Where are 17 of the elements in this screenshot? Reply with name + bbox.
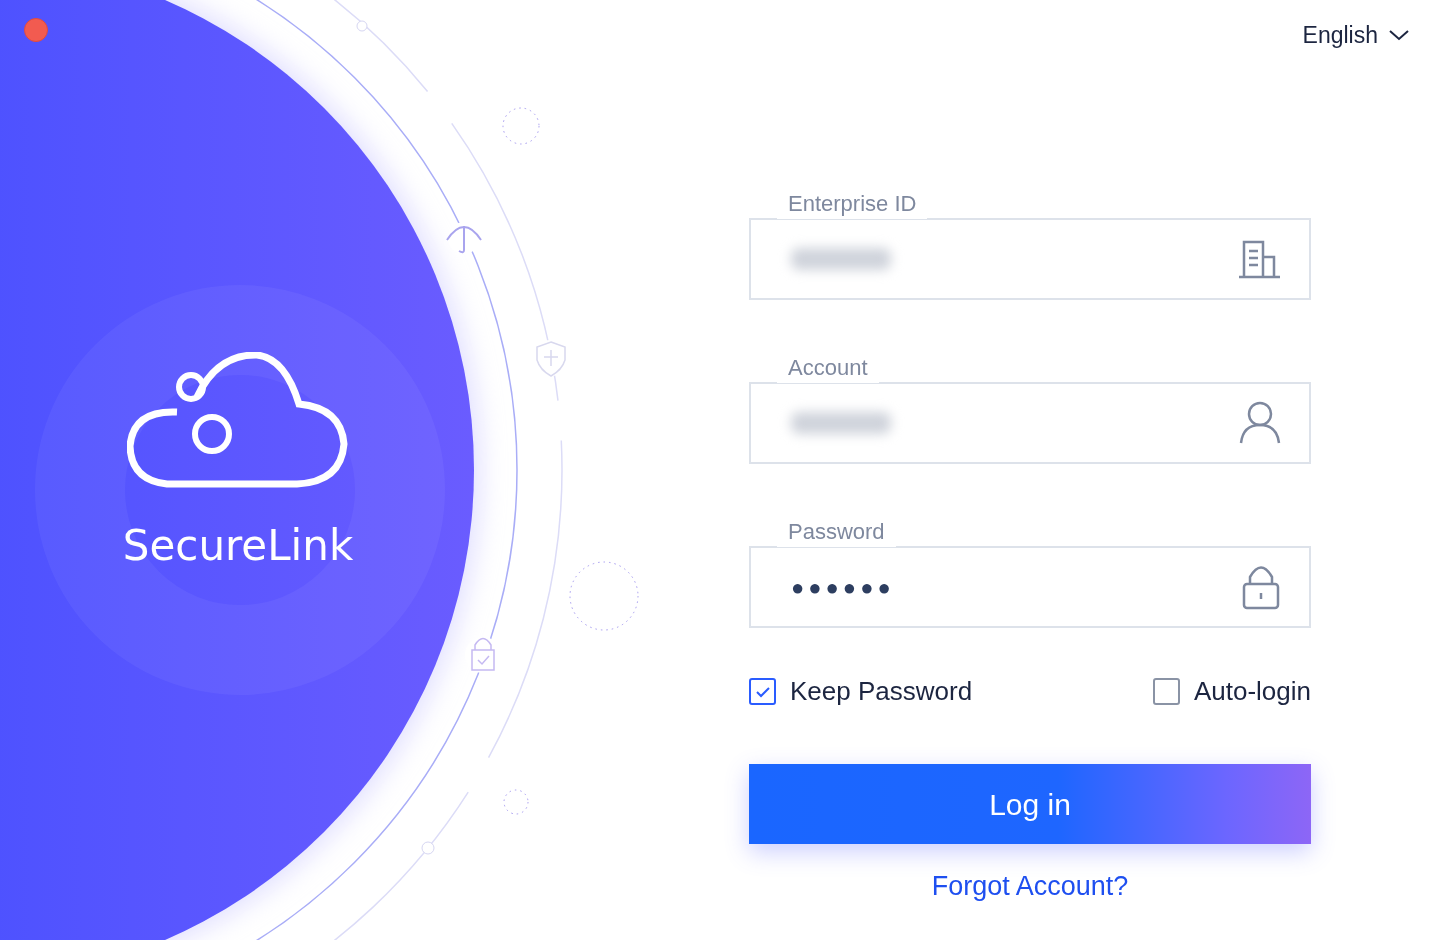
checkbox-option[interactable]: Auto-login	[1152, 672, 1311, 711]
masked-password: ●●●●●●	[791, 574, 895, 600]
checkbox[interactable]	[749, 678, 776, 705]
brand-name: SecureLink	[122, 520, 354, 572]
chevron-down-icon	[1388, 28, 1410, 43]
building-icon	[1237, 239, 1281, 279]
checkmark-icon	[754, 685, 771, 698]
login-button[interactable]: Log in	[749, 764, 1311, 844]
person-icon	[1239, 401, 1281, 445]
account-field[interactable]	[749, 382, 1311, 464]
enterprise-id-field[interactable]	[749, 218, 1311, 300]
forgot-account-link[interactable]: Forgot Account?	[931, 871, 1129, 901]
checkbox[interactable]	[1152, 678, 1180, 705]
password-field[interactable]: ●●●●●●	[749, 546, 1311, 628]
lock-icon	[1241, 564, 1281, 610]
checkbox-option[interactable]: Keep Password	[749, 672, 973, 711]
language-dropdown[interactable]: English	[1302, 18, 1410, 53]
